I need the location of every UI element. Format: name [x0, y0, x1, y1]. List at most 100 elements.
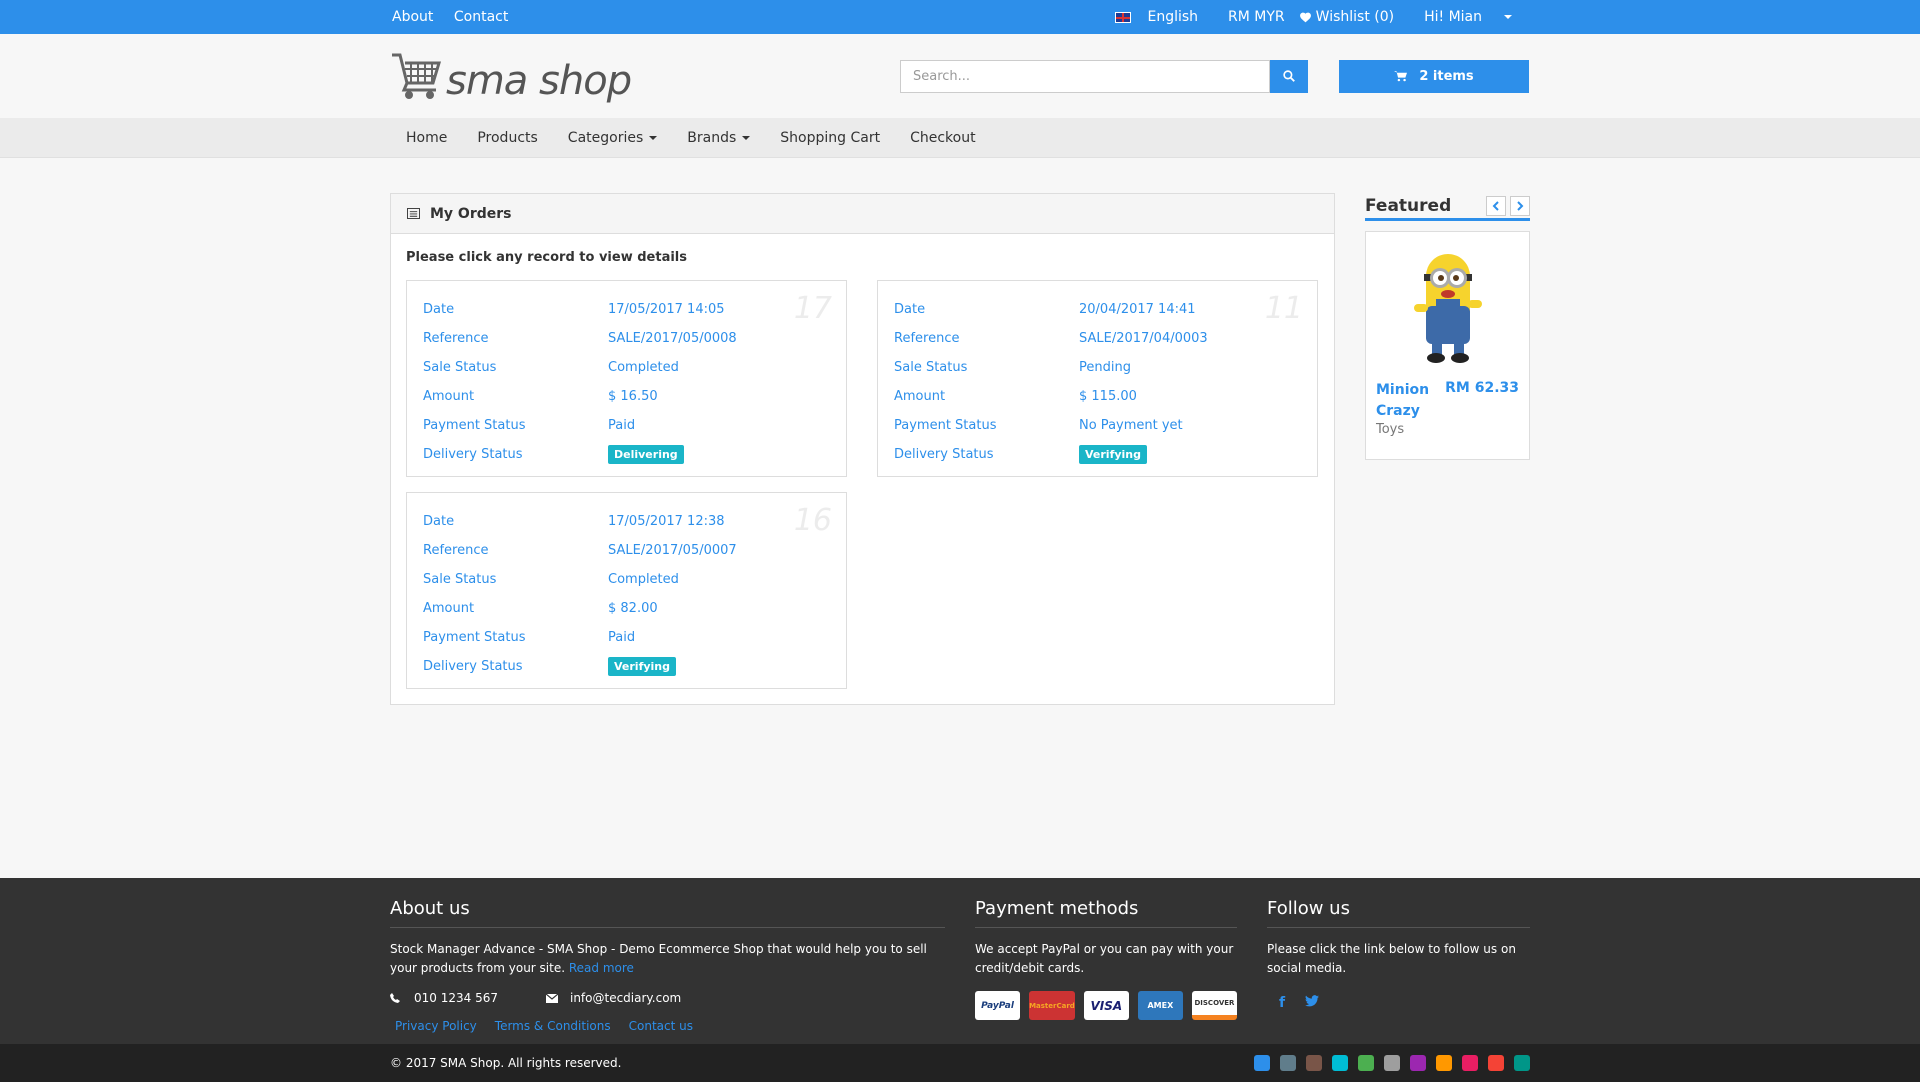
search-button[interactable] — [1270, 59, 1308, 93]
follow-text: Please click the link below to follow us… — [1267, 942, 1516, 975]
phone-number: 010 1234 567 — [414, 991, 498, 1006]
heart-icon — [1299, 12, 1311, 23]
reference-label: Reference — [423, 543, 489, 558]
footer-follow: Follow us Please click the link below to… — [1267, 898, 1530, 1033]
about-text: Stock Manager Advance - SMA Shop - Demo … — [390, 942, 927, 975]
twitter-icon[interactable] — [1305, 995, 1320, 1011]
theme-swatch[interactable] — [1306, 1055, 1322, 1071]
theme-swatch[interactable] — [1488, 1055, 1504, 1071]
next-button[interactable] — [1510, 195, 1530, 216]
reference-value: SALE/2017/04/0003 — [1079, 331, 1208, 346]
footer-about: About us Stock Manager Advance - SMA Sho… — [390, 898, 945, 1033]
nav-shopping-cart[interactable]: Shopping Cart — [780, 130, 880, 146]
theme-swatch[interactable] — [1358, 1055, 1374, 1071]
chevron-down-icon — [742, 136, 751, 140]
wishlist-link[interactable]: Wishlist (0) — [1299, 9, 1410, 25]
orders-intro: Please click any record to view details — [406, 250, 687, 265]
nav-home[interactable]: Home — [406, 130, 447, 146]
nav-categories-label: Categories — [567, 130, 644, 146]
user-menu[interactable]: Hi! Mian — [1424, 9, 1528, 25]
payment-status-value: No Payment yet — [1079, 418, 1183, 433]
cart-button[interactable]: 2 items — [1339, 59, 1529, 93]
product-price: RM 62.33 — [1445, 380, 1519, 396]
product-category: Toys — [1376, 422, 1405, 437]
panel-header: My Orders — [391, 194, 1334, 234]
search-input[interactable]: Search... — [900, 59, 1270, 93]
site-footer: About us Stock Manager Advance - SMA Sho… — [0, 878, 1920, 1044]
nav-categories[interactable]: Categories — [567, 130, 658, 146]
site-logo[interactable]: sma shop — [390, 51, 900, 101]
list-icon — [407, 208, 420, 219]
date-value: 20/04/2017 14:41 — [1079, 302, 1196, 317]
read-more-link[interactable]: Read more — [569, 961, 634, 975]
order-number: 16 — [793, 503, 832, 538]
payment-status-label: Payment Status — [423, 630, 526, 645]
theme-swatch[interactable] — [1462, 1055, 1478, 1071]
my-orders-panel: My Orders Please click any record to vie… — [390, 193, 1335, 705]
amount-label: Amount — [423, 389, 475, 404]
logo-text: sma shop — [446, 58, 632, 104]
order-card[interactable]: 16 Date 17/05/2017 12:38 Reference SALE/20… — [406, 492, 847, 689]
order-number: 17 — [793, 291, 832, 326]
product-image[interactable] — [1376, 242, 1519, 370]
chevron-right-icon — [1517, 200, 1524, 211]
payment-status-value: Paid — [608, 630, 636, 645]
payment-status-value: Paid — [608, 418, 636, 433]
product-name[interactable]: Minion Crazy — [1376, 380, 1436, 422]
theme-swatches — [1254, 1055, 1530, 1071]
theme-swatch[interactable] — [1410, 1055, 1426, 1071]
amount-value: $ 16.50 — [608, 389, 658, 404]
reference-value: SALE/2017/05/0008 — [608, 331, 737, 346]
contact-us-link[interactable]: Contact us — [629, 1019, 693, 1033]
delivery-status-label: Delivery Status — [894, 447, 994, 462]
theme-swatch[interactable] — [1254, 1055, 1270, 1071]
sale-status-label: Sale Status — [894, 360, 968, 375]
date-label: Date — [894, 302, 926, 317]
order-card[interactable]: 11 Date 20/04/2017 14:41 Reference SALE/20… — [877, 280, 1318, 477]
theme-swatch[interactable] — [1514, 1055, 1530, 1071]
delivery-status-badge: Verifying — [1079, 445, 1147, 464]
chevron-down-icon — [1504, 15, 1512, 19]
privacy-policy-link[interactable]: Privacy Policy — [395, 1019, 477, 1033]
theme-swatch[interactable] — [1332, 1055, 1348, 1071]
reference-label: Reference — [423, 331, 489, 346]
order-number: 11 — [1264, 291, 1303, 326]
about-title: About us — [390, 898, 945, 928]
theme-swatch[interactable] — [1384, 1055, 1400, 1071]
currency-selector[interactable]: RM MYR — [1228, 9, 1285, 25]
cart-label: 2 items — [1419, 68, 1474, 84]
search-bar: Search... — [900, 59, 1308, 93]
reference-value: SALE/2017/05/0007 — [608, 543, 737, 558]
wishlist-label: Wishlist (0) — [1315, 9, 1395, 25]
orders-grid: 17 Date 17/05/2017 14:05 Reference SALE/20… — [406, 280, 1319, 689]
date-value: 17/05/2017 12:38 — [608, 514, 725, 529]
sale-status-value: Pending — [1079, 360, 1131, 375]
contact-link[interactable]: Contact — [454, 9, 508, 25]
chevron-left-icon — [1492, 200, 1499, 211]
about-link[interactable]: About — [392, 9, 433, 25]
theme-swatch[interactable] — [1436, 1055, 1452, 1071]
amount-label: Amount — [423, 601, 475, 616]
footer-payment: Payment methods We accept PayPal or you … — [975, 898, 1237, 1033]
reference-label: Reference — [894, 331, 960, 346]
featured-product-card[interactable]: Minion Crazy RM 62.33 Toys — [1365, 231, 1530, 460]
copyright-text: © 2017 SMA Shop. All rights reserved. — [390, 1056, 622, 1070]
follow-title: Follow us — [1267, 898, 1530, 928]
payment-status-label: Payment Status — [423, 418, 526, 433]
discover-icon: DISCOVER — [1191, 991, 1237, 1021]
amount-value: $ 115.00 — [1079, 389, 1137, 404]
nav-brands[interactable]: Brands — [687, 130, 751, 146]
language-selector[interactable]: English — [1115, 9, 1214, 25]
phone-icon — [390, 993, 400, 1004]
site-header: sma shop Search... 2 items — [0, 34, 1920, 118]
nav-products[interactable]: Products — [477, 130, 537, 146]
prev-button[interactable] — [1486, 195, 1506, 216]
terms-link[interactable]: Terms & Conditions — [495, 1019, 611, 1033]
nav-checkout[interactable]: Checkout — [910, 130, 976, 146]
order-card[interactable]: 17 Date 17/05/2017 14:05 Reference SALE/20… — [406, 280, 847, 477]
payment-status-label: Payment Status — [894, 418, 997, 433]
facebook-icon[interactable]: f — [1279, 995, 1285, 1011]
sale-status-value: Completed — [608, 572, 679, 587]
theme-swatch[interactable] — [1280, 1055, 1296, 1071]
phone-info: 010 1234 567 — [390, 991, 522, 1005]
